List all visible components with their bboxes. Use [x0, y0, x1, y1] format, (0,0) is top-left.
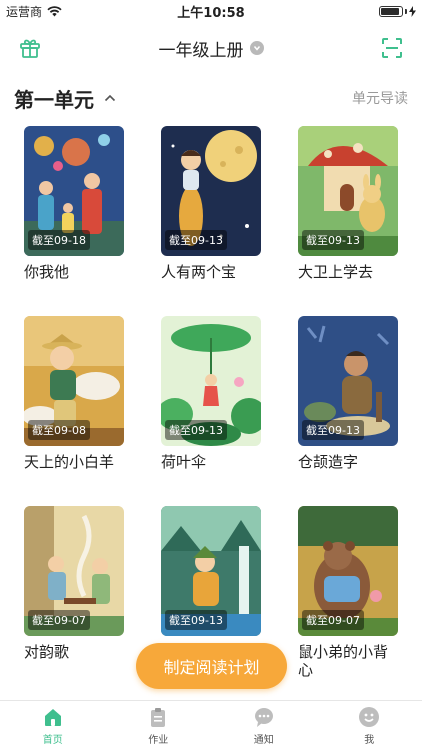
home-icon: [42, 706, 64, 728]
book-title: 大卫上学去: [298, 263, 374, 281]
battery-icon: [379, 5, 416, 17]
status-time: 上午10:58: [177, 5, 245, 21]
nav-title: 一年级上册: [158, 40, 244, 61]
status-bar: 运营商 上午10:58: [0, 0, 422, 22]
tab-label: 通知: [253, 734, 274, 746]
carrier-label: 运营商: [6, 4, 43, 19]
deadline-badge: 截至09-18: [28, 230, 90, 250]
book-title: 天上的小白羊: [24, 453, 115, 471]
book-cover: 截至09-07: [298, 506, 398, 636]
tab-homework[interactable]: 作业: [106, 701, 212, 750]
book-title: 对韵歌: [24, 643, 70, 661]
tab-label: 作业: [148, 734, 169, 746]
deadline-badge: 截至09-13: [302, 230, 364, 250]
gift-button[interactable]: [16, 34, 44, 62]
book-card[interactable]: 截至09-13 大卫上学去: [298, 126, 398, 316]
chevron-down-icon: [249, 41, 264, 55]
scan-icon: [382, 38, 402, 58]
book-card[interactable]: 截至09-18 你我他: [24, 126, 124, 316]
tab-notifications[interactable]: 通知: [211, 701, 317, 750]
tab-me[interactable]: 我: [317, 701, 422, 750]
gift-icon: [20, 39, 40, 58]
deadline-badge: 截至09-13: [165, 230, 227, 250]
nav-bar: 一年级上册: [0, 28, 422, 68]
book-cover: 截至09-13: [298, 316, 398, 446]
book-cover: 截至09-18: [24, 126, 124, 256]
tab-home[interactable]: 首页: [0, 701, 106, 750]
book-cover: 截至09-07: [24, 506, 124, 636]
status-left: 运营商: [6, 3, 62, 20]
book-title: 荷叶伞: [161, 453, 207, 471]
deadline-badge: 截至09-08: [28, 420, 90, 440]
unit-header: 第一单元 单元导读: [14, 84, 408, 112]
book-card[interactable]: 截至09-07 对韵歌: [24, 506, 124, 696]
book-card[interactable]: 截至09-07 鼠小弟的小背心: [298, 506, 398, 696]
wifi-icon: [47, 5, 62, 16]
unit-guide-link[interactable]: 单元导读: [352, 88, 408, 108]
book-card[interactable]: 截至09-13 仓颉造字: [298, 316, 398, 506]
deadline-badge: 截至09-07: [302, 610, 364, 630]
user-icon: [358, 706, 380, 728]
grade-selector[interactable]: 一年级上册: [159, 36, 264, 61]
chat-icon: [253, 706, 275, 728]
book-title: 仓颉造字: [298, 453, 359, 471]
book-title: 你我他: [24, 263, 70, 281]
unit-toggle[interactable]: 第一单元: [14, 84, 116, 113]
deadline-badge: 截至09-13: [165, 610, 227, 630]
book-cover: 截至09-13: [161, 316, 261, 446]
unit-title: 第一单元: [14, 87, 94, 112]
book-grid: 截至09-18 你我他 截至09-13 人有两个宝 截至09-13 大卫上学去 …: [24, 126, 398, 696]
tab-label: 首页: [42, 734, 63, 746]
book-card[interactable]: 截至09-13 人有两个宝: [161, 126, 261, 316]
book-card[interactable]: 截至09-08 天上的小白羊: [24, 316, 124, 506]
book-cover: 截至09-13: [161, 506, 261, 636]
deadline-badge: 截至09-13: [165, 420, 227, 440]
book-title: 人有两个宝: [161, 263, 237, 281]
make-reading-plan-button[interactable]: 制定阅读计划: [136, 643, 287, 689]
book-cover: 截至09-13: [298, 126, 398, 256]
deadline-badge: 截至09-07: [28, 610, 90, 630]
deadline-badge: 截至09-13: [302, 420, 364, 440]
book-card[interactable]: 截至09-13 荷叶伞: [161, 316, 261, 506]
scan-button[interactable]: [378, 34, 406, 62]
tab-label: 我: [364, 734, 375, 746]
charging-icon: [409, 5, 416, 17]
clipboard-icon: [147, 706, 169, 728]
book-cover: 截至09-13: [161, 126, 261, 256]
book-title: 鼠小弟的小背心: [298, 643, 389, 679]
book-cover: 截至09-08: [24, 316, 124, 446]
tab-bar: 首页 作业 通知 我: [0, 700, 422, 750]
chevron-up-icon: [104, 94, 116, 102]
